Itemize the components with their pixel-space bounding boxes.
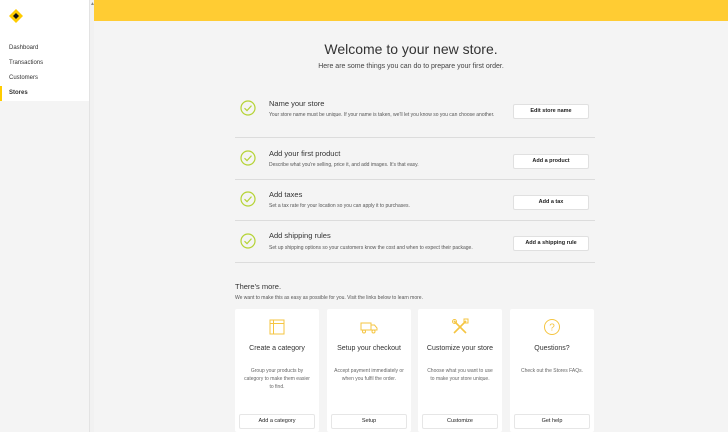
add-tax-button[interactable]: Add a tax [513,195,589,210]
more-section-title: There's more. [235,282,282,291]
sidebar-item-stores[interactable]: Stores [0,86,89,101]
card-title: Questions? [534,345,570,352]
setup-button[interactable]: Setup [331,414,407,429]
task-title: Add your first product [269,149,341,158]
edit-store-name-button[interactable]: Edit store name [513,104,589,119]
svg-text:?: ? [549,323,555,334]
sidebar-item-customers[interactable]: Customers [0,71,89,86]
customize-button[interactable]: Customize [422,414,498,429]
card-description: Group your products by category to make … [244,368,310,390]
card-description: Check out the Stores FAQs. [521,368,583,374]
card-setup-checkout: Setup your checkout Accept payment immed… [327,309,411,432]
card-title: Customize your store [426,345,494,352]
task-description: Describe what you're selling, price it, … [269,162,419,168]
card-customize-store: Customize your store Choose what you wan… [418,309,502,432]
card-description: Choose what you want to use to make your… [427,368,493,382]
page-title: Welcome to your new store. [324,41,498,57]
task-description: Set up shipping options so your customer… [269,245,473,251]
page-subtitle: Here are some things you can do to prepa… [318,63,504,70]
card-create-category: Create a category Group your products by… [235,309,319,432]
task-row-add-shipping: Add shipping rules Set up shipping optio… [235,221,595,263]
check-circle-icon [240,233,256,249]
task-title: Add taxes [269,190,303,199]
truck-icon [360,322,378,334]
card-description: Accept payment immediately or when you f… [334,368,404,382]
task-row-add-product: Add your first product Describe what you… [235,138,595,180]
sidebar: Dashboard Transactions Customers Stores [0,0,89,101]
check-circle-icon [240,191,256,207]
more-section-description: We want to make this as easy as possible… [235,295,423,301]
check-circle-icon [240,150,256,166]
card-title: Setup your checkout [337,345,401,352]
folder-icon [269,319,285,335]
card-questions: ? Questions? Check out the Stores FAQs. … [510,309,594,432]
add-shipping-rule-button[interactable]: Add a shipping rule [513,236,589,251]
top-bar [94,0,728,21]
task-row-add-taxes: Add taxes Set a tax rate for your locati… [235,180,595,221]
add-category-button[interactable]: Add a category [239,414,315,429]
card-title: Create a category [249,345,305,352]
task-description: Your store name must be unique. If your … [269,112,495,118]
task-description: Set a tax rate for your location so you … [269,203,410,209]
task-row-name-store: Name your store Your store name must be … [235,90,595,138]
task-title: Add shipping rules [269,231,331,240]
question-icon: ? [544,319,560,335]
logo-icon [9,9,23,23]
check-circle-icon [240,100,256,116]
sidebar-nav: Dashboard Transactions Customers Stores [0,41,89,101]
task-title: Name your store [269,99,325,108]
get-help-button[interactable]: Get help [514,414,590,429]
sidebar-item-transactions[interactable]: Transactions [0,56,89,71]
add-product-button[interactable]: Add a product [513,154,589,169]
tools-icon [452,318,469,334]
sidebar-item-dashboard[interactable]: Dashboard [0,41,89,56]
